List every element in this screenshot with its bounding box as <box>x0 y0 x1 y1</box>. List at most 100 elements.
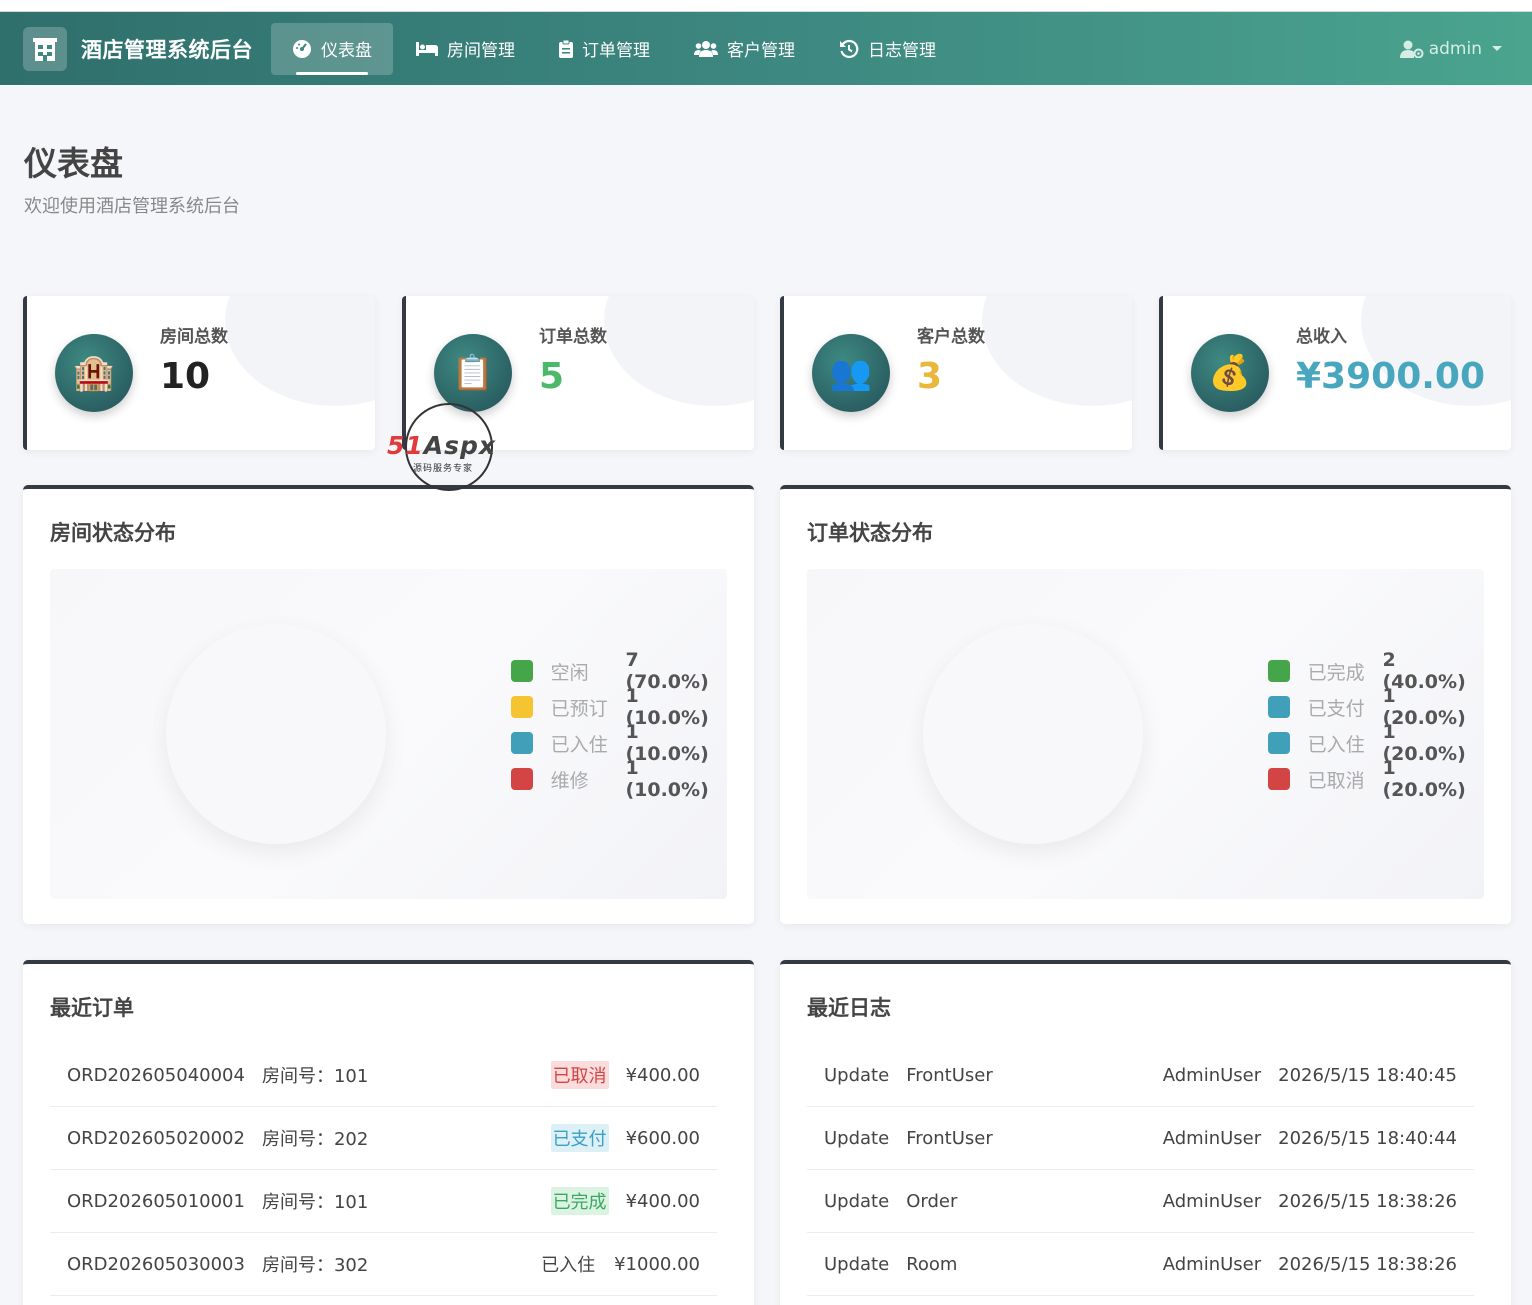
legend-label: 空闲 <box>550 661 589 684</box>
log-target: FrontUser <box>906 1127 993 1149</box>
log-user: AdminUser <box>1162 1064 1262 1086</box>
order-room: 房间号：101 <box>261 1192 369 1213</box>
clipboard-icon: 📋 <box>434 334 512 412</box>
panel-title: 订单状态分布 <box>807 521 933 545</box>
log-row[interactable]: Update FrontUser AdminUser 2026/5/15 18:… <box>807 1044 1474 1107</box>
legend-label: 维修 <box>550 769 589 792</box>
order-id: ORD202605010001 <box>67 1190 245 1212</box>
status-badge: 已取消 <box>550 1061 609 1089</box>
user-name: admin <box>1428 38 1482 59</box>
legend-swatch <box>1268 768 1290 790</box>
nav-rooms-label: 房间管理 <box>447 41 515 61</box>
log-target: Room <box>906 1253 958 1275</box>
panel-title: 房间状态分布 <box>50 521 176 545</box>
log-row[interactable]: Update FrontUser AdminUser 2026/5/15 18:… <box>807 1107 1474 1170</box>
legend-value: 1 (10.0%) <box>625 757 709 801</box>
log-time: 2026/5/15 18:38:26 <box>1278 1190 1457 1212</box>
order-room: 房间号：302 <box>261 1255 369 1276</box>
log-time: 2026/5/15 18:38:26 <box>1278 1253 1457 1275</box>
stat-label: 总收入 <box>1296 327 1347 347</box>
order-row[interactable]: ORD202605020002 房间号：202 已支付 ¥600.00 <box>50 1107 717 1170</box>
brand[interactable]: 酒店管理系统后台 <box>23 26 253 71</box>
order-amount: ¥600.00 <box>625 1127 700 1149</box>
log-row[interactable]: Update Order AdminUser 2026/5/15 18:38:2… <box>807 1170 1474 1233</box>
room-status-chart: 空闲 7 (70.0%) 已预订 1 (10.0%) 已入住 1 (10.0%)… <box>50 569 727 899</box>
recent-logs-list: Update FrontUser AdminUser 2026/5/15 18:… <box>807 1044 1474 1296</box>
money-bag-icon: 💰 <box>1191 334 1269 412</box>
stat-label: 房间总数 <box>160 327 228 347</box>
order-row[interactable]: ORD202605040004 房间号：101 已取消 ¥400.00 <box>50 1044 717 1107</box>
legend-swatch <box>1268 660 1290 682</box>
log-time: 2026/5/15 18:40:44 <box>1278 1127 1457 1149</box>
log-user: AdminUser <box>1162 1253 1262 1275</box>
legend-item[interactable]: 维修 1 (10.0%) <box>511 749 727 809</box>
stat-label: 订单总数 <box>539 327 607 347</box>
watermark-text: 51Aspx <box>387 431 497 460</box>
watermark-subtext: 源码服务专家 <box>413 464 474 474</box>
legend-label: 已入住 <box>1307 733 1365 756</box>
stat-card-revenue: 💰 总收入 ¥3900.00 <box>1159 296 1511 450</box>
dashboard-icon <box>292 39 312 59</box>
legend-swatch <box>1268 732 1290 754</box>
chart-legend: 已完成 2 (40.0%) 已支付 1 (20.0%) 已入住 1 (20.0%… <box>1268 641 1484 809</box>
legend-label: 已预订 <box>550 697 608 720</box>
pie-chart[interactable] <box>166 624 386 844</box>
hotel-icon: 🏨 <box>55 334 133 412</box>
order-room: 房间号：101 <box>261 1066 369 1087</box>
legend-swatch <box>511 732 533 754</box>
log-row[interactable]: Update Room AdminUser 2026/5/15 18:38:26 <box>807 1233 1474 1296</box>
stat-card-customers: 👥 客户总数 3 <box>780 296 1132 450</box>
top-navbar: 酒店管理系统后台 仪表盘 房间管理 订单管理 客户管理 日志管理 admin <box>0 12 1532 85</box>
user-menu[interactable]: admin <box>1399 12 1502 85</box>
log-action: Update <box>824 1127 890 1149</box>
order-amount: ¥1000.00 <box>614 1253 700 1275</box>
nav-customers-label: 客户管理 <box>727 41 795 61</box>
order-status-chart: 已完成 2 (40.0%) 已支付 1 (20.0%) 已入住 1 (20.0%… <box>807 569 1484 899</box>
order-id: ORD202605030003 <box>67 1253 245 1275</box>
order-row[interactable]: ORD202605030003 房间号：302 已入住 ¥1000.00 <box>50 1233 717 1296</box>
browser-top-edge <box>0 0 1532 12</box>
users-icon: 👥 <box>812 334 890 412</box>
nav-dashboard[interactable]: 仪表盘 <box>271 22 393 75</box>
nav-customers[interactable]: 客户管理 <box>673 23 816 75</box>
legend-swatch <box>511 660 533 682</box>
legend-label: 已完成 <box>1307 661 1365 684</box>
nav-rooms[interactable]: 房间管理 <box>395 23 536 75</box>
nav-orders-label: 订单管理 <box>582 41 650 61</box>
page-subtitle: 欢迎使用酒店管理系统后台 <box>24 196 240 217</box>
bed-icon <box>416 41 438 57</box>
log-action: Update <box>824 1064 890 1086</box>
order-id: ORD202605020002 <box>67 1127 245 1149</box>
legend-swatch <box>511 768 533 790</box>
chart-legend: 空闲 7 (70.0%) 已预订 1 (10.0%) 已入住 1 (10.0%)… <box>511 641 727 809</box>
pie-chart[interactable] <box>923 624 1143 844</box>
log-action: Update <box>824 1190 890 1212</box>
order-row[interactable]: ORD202605010001 房间号：101 已完成 ¥400.00 <box>50 1170 717 1233</box>
order-amount: ¥400.00 <box>625 1190 700 1212</box>
legend-item[interactable]: 已取消 1 (20.0%) <box>1268 749 1484 809</box>
panel-title: 最近日志 <box>807 996 891 1020</box>
log-target: Order <box>906 1190 958 1212</box>
nav-dashboard-label: 仪表盘 <box>321 41 372 61</box>
recent-orders-list: ORD202605040004 房间号：101 已取消 ¥400.00 ORD2… <box>50 1044 717 1296</box>
nav-logs-label: 日志管理 <box>868 41 936 61</box>
nav-logs[interactable]: 日志管理 <box>818 23 957 75</box>
chevron-down-icon <box>1492 46 1502 51</box>
panel-title: 最近订单 <box>50 996 134 1020</box>
page-title: 仪表盘 <box>24 144 123 183</box>
history-icon <box>839 39 859 59</box>
legend-label: 已取消 <box>1307 769 1365 792</box>
hotel-logo-icon <box>23 26 67 71</box>
nav-orders[interactable]: 订单管理 <box>538 23 671 75</box>
stat-card-rooms: 🏨 房间总数 10 <box>23 296 375 450</box>
legend-label: 已入住 <box>550 733 608 756</box>
room-status-panel: 房间状态分布 空闲 7 (70.0%) 已预订 1 (10.0%) 已入住 1 … <box>23 485 754 924</box>
legend-label: 已支付 <box>1307 697 1365 720</box>
order-room: 房间号：202 <box>261 1129 369 1150</box>
legend-swatch <box>1268 696 1290 718</box>
order-id: ORD202605040004 <box>67 1064 245 1086</box>
log-time: 2026/5/15 18:40:45 <box>1278 1064 1457 1086</box>
main-nav: 仪表盘 房间管理 订单管理 客户管理 日志管理 <box>271 12 959 85</box>
watermark-logo: 51Aspx 源码服务专家 <box>387 403 511 493</box>
legend-value: 1 (20.0%) <box>1382 757 1466 801</box>
